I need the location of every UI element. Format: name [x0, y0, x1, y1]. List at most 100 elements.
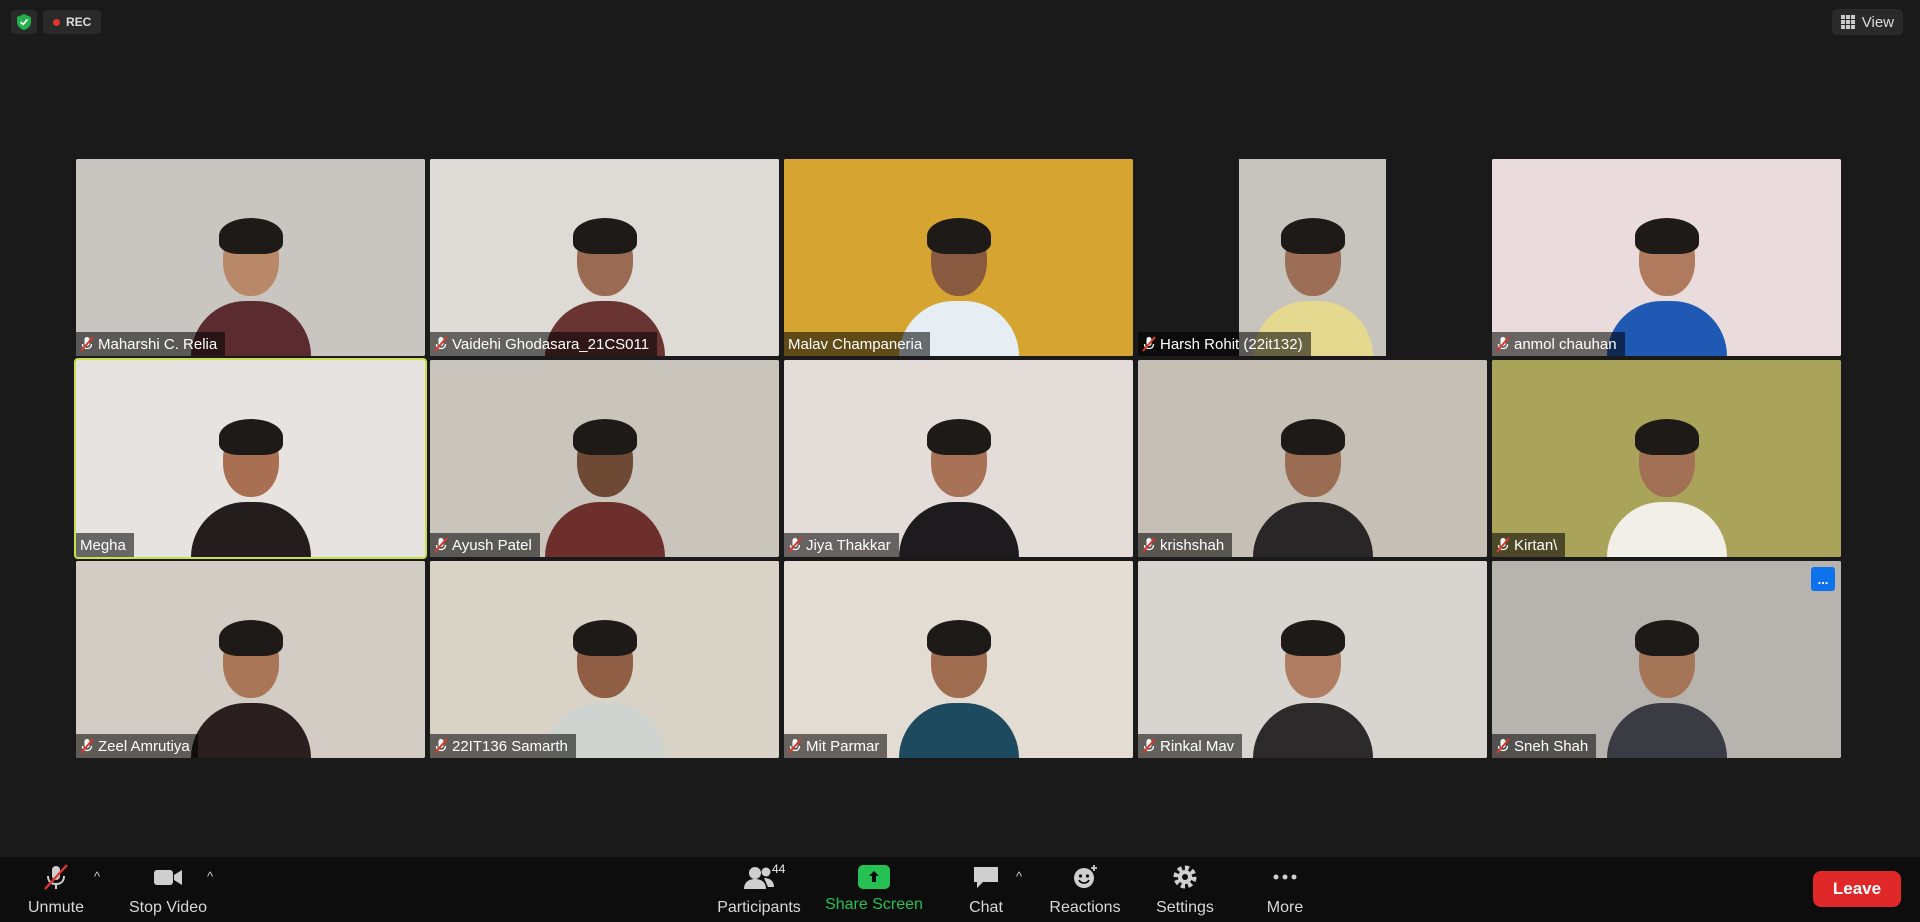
settings-label: Settings — [1156, 899, 1214, 916]
participant-name: Maharshi C. Relia — [98, 335, 218, 353]
participant-name: Sneh Shah — [1514, 737, 1589, 755]
participant-video-figure — [1248, 608, 1378, 758]
stop-video-label: Stop Video — [129, 899, 207, 916]
participant-video-figure — [186, 407, 316, 557]
participant-name-tag: Ayush Patel — [430, 533, 540, 557]
participant-name-tag: Maharshi C. Relia — [76, 332, 226, 356]
participant-name: Kirtan\ — [1514, 536, 1558, 554]
participant-name-tag: Megha — [76, 533, 134, 557]
microphone-muted-icon — [44, 864, 68, 890]
view-label: View — [1861, 13, 1894, 31]
chat-label: Chat — [969, 899, 1003, 916]
more-button[interactable]: More — [1262, 857, 1308, 922]
microphone-muted-icon — [788, 537, 802, 553]
participant-tile[interactable]: Ayush Patel — [430, 360, 779, 557]
participant-name: Vaidehi Ghodasara_21CS011 — [452, 335, 650, 353]
participant-name-tag: Malav Champaneria — [784, 332, 931, 356]
participant-tile[interactable]: Rinkal Mav — [1138, 561, 1487, 758]
microphone-muted-icon — [1496, 537, 1510, 553]
participant-tile[interactable]: Maharshi C. Relia — [76, 159, 425, 356]
video-feed — [430, 360, 779, 557]
participant-video-figure — [1602, 407, 1732, 557]
participant-tile[interactable]: Vaidehi Ghodasara_21CS011 — [430, 159, 779, 356]
participant-video-figure — [894, 407, 1024, 557]
participant-tile[interactable]: Mit Parmar — [784, 561, 1133, 758]
participant-name: 22IT136 Samarth — [452, 737, 568, 755]
security-shield-icon[interactable] — [11, 10, 37, 34]
share-screen-label: Share Screen — [825, 896, 923, 913]
gear-icon — [1173, 865, 1197, 889]
recording-label: REC — [66, 15, 92, 29]
chat-button[interactable]: Chat — [964, 857, 1008, 922]
video-feed — [1138, 561, 1487, 758]
participant-tile[interactable]: anmol chauhan — [1492, 159, 1841, 356]
microphone-muted-icon — [1142, 537, 1156, 553]
participant-name: Malav Champaneria — [788, 335, 923, 353]
reactions-button[interactable]: Reactions — [1049, 857, 1121, 922]
participant-name-tag: Vaidehi Ghodasara_21CS011 — [430, 332, 658, 356]
unmute-label: Unmute — [27, 899, 85, 916]
gallery-grid-icon — [1840, 15, 1855, 29]
participant-name-tag: Kirtan\ — [1492, 533, 1566, 557]
tile-options-button[interactable]: ... — [1811, 567, 1835, 591]
participants-label: Participants — [717, 899, 801, 916]
chat-options-caret-icon[interactable]: ^ — [1016, 869, 1022, 884]
microphone-muted-icon — [1142, 738, 1156, 754]
video-feed — [430, 561, 779, 758]
microphone-muted-icon — [434, 537, 448, 553]
participant-name-tag: Rinkal Mav — [1138, 734, 1243, 758]
participant-tile[interactable]: krishshah — [1138, 360, 1487, 557]
video-options-caret-icon[interactable]: ^ — [207, 869, 213, 884]
video-feed — [1492, 360, 1841, 557]
meeting-toolbar: Unmute ^ Stop Video ^ Participants 44 Sh… — [0, 857, 1920, 922]
participant-video-figure — [1248, 407, 1378, 557]
recording-indicator[interactable]: REC — [43, 10, 102, 34]
view-button[interactable]: View — [1831, 9, 1903, 35]
participant-name: krishshah — [1160, 536, 1225, 554]
microphone-muted-icon — [434, 738, 448, 754]
participant-name-tag: Zeel Amrutiya — [76, 734, 198, 758]
video-feed — [76, 561, 425, 758]
more-dots-icon — [1273, 874, 1297, 880]
participant-name: Megha — [80, 536, 126, 554]
video-gallery: Maharshi C. Relia Vaidehi Ghodasara_21CS0… — [74, 159, 1842, 760]
microphone-muted-icon — [1142, 336, 1156, 352]
participant-name-tag: Mit Parmar — [784, 734, 888, 758]
smiley-add-icon — [1074, 865, 1097, 888]
video-feed — [1239, 159, 1386, 356]
participant-tile[interactable]: Zeel Amrutiya — [76, 561, 425, 758]
microphone-muted-icon — [80, 336, 94, 352]
unmute-button[interactable]: Unmute — [26, 857, 86, 922]
video-feed — [1138, 360, 1487, 557]
top-bar: REC View — [0, 0, 1920, 44]
participants-button[interactable]: Participants — [714, 857, 804, 922]
participant-tile[interactable]: Kirtan\ — [1492, 360, 1841, 557]
video-feed — [784, 561, 1133, 758]
share-screen-icon — [858, 865, 890, 889]
video-feed — [76, 360, 425, 557]
settings-button[interactable]: Settings — [1153, 857, 1217, 922]
microphone-muted-icon — [1496, 336, 1510, 352]
participant-tile[interactable]: Harsh Rohit (22it132) — [1138, 159, 1487, 356]
participant-name-tag: Sneh Shah — [1492, 734, 1597, 758]
participant-tile[interactable]: Sneh Shah... — [1492, 561, 1841, 758]
participant-name: Zeel Amrutiya — [98, 737, 190, 755]
participant-tile[interactable]: 22IT136 Samarth — [430, 561, 779, 758]
microphone-muted-icon — [1496, 738, 1510, 754]
participant-name-tag: krishshah — [1138, 533, 1233, 557]
participant-tile[interactable]: Megha — [74, 358, 427, 559]
video-feed — [1492, 561, 1841, 758]
participant-name: Harsh Rohit (22it132) — [1160, 335, 1303, 353]
video-feed — [784, 159, 1133, 356]
microphone-muted-icon — [80, 738, 94, 754]
share-screen-button[interactable]: Share Screen — [822, 857, 926, 922]
participant-tile[interactable]: Malav Champaneria — [784, 159, 1133, 356]
leave-button[interactable]: Leave — [1813, 871, 1901, 907]
more-label: More — [1266, 899, 1304, 916]
participant-tile[interactable]: Jiya Thakkar — [784, 360, 1133, 557]
participant-video-figure — [894, 608, 1024, 758]
microphone-muted-icon — [788, 738, 802, 754]
audio-options-caret-icon[interactable]: ^ — [94, 869, 100, 884]
participant-name-tag: Jiya Thakkar — [784, 533, 899, 557]
stop-video-button[interactable]: Stop Video — [128, 857, 208, 922]
